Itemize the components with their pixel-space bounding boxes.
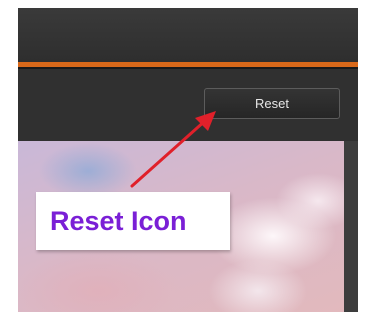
callout-label: Reset Icon (50, 206, 187, 236)
app-window: Reset (18, 8, 358, 312)
reset-button[interactable]: Reset (204, 88, 340, 119)
annotation-callout: Reset Icon (36, 192, 230, 250)
title-bar (18, 8, 358, 62)
screenshot-stage: Reset Reset Icon (0, 0, 370, 312)
side-panel-edge (344, 141, 358, 312)
